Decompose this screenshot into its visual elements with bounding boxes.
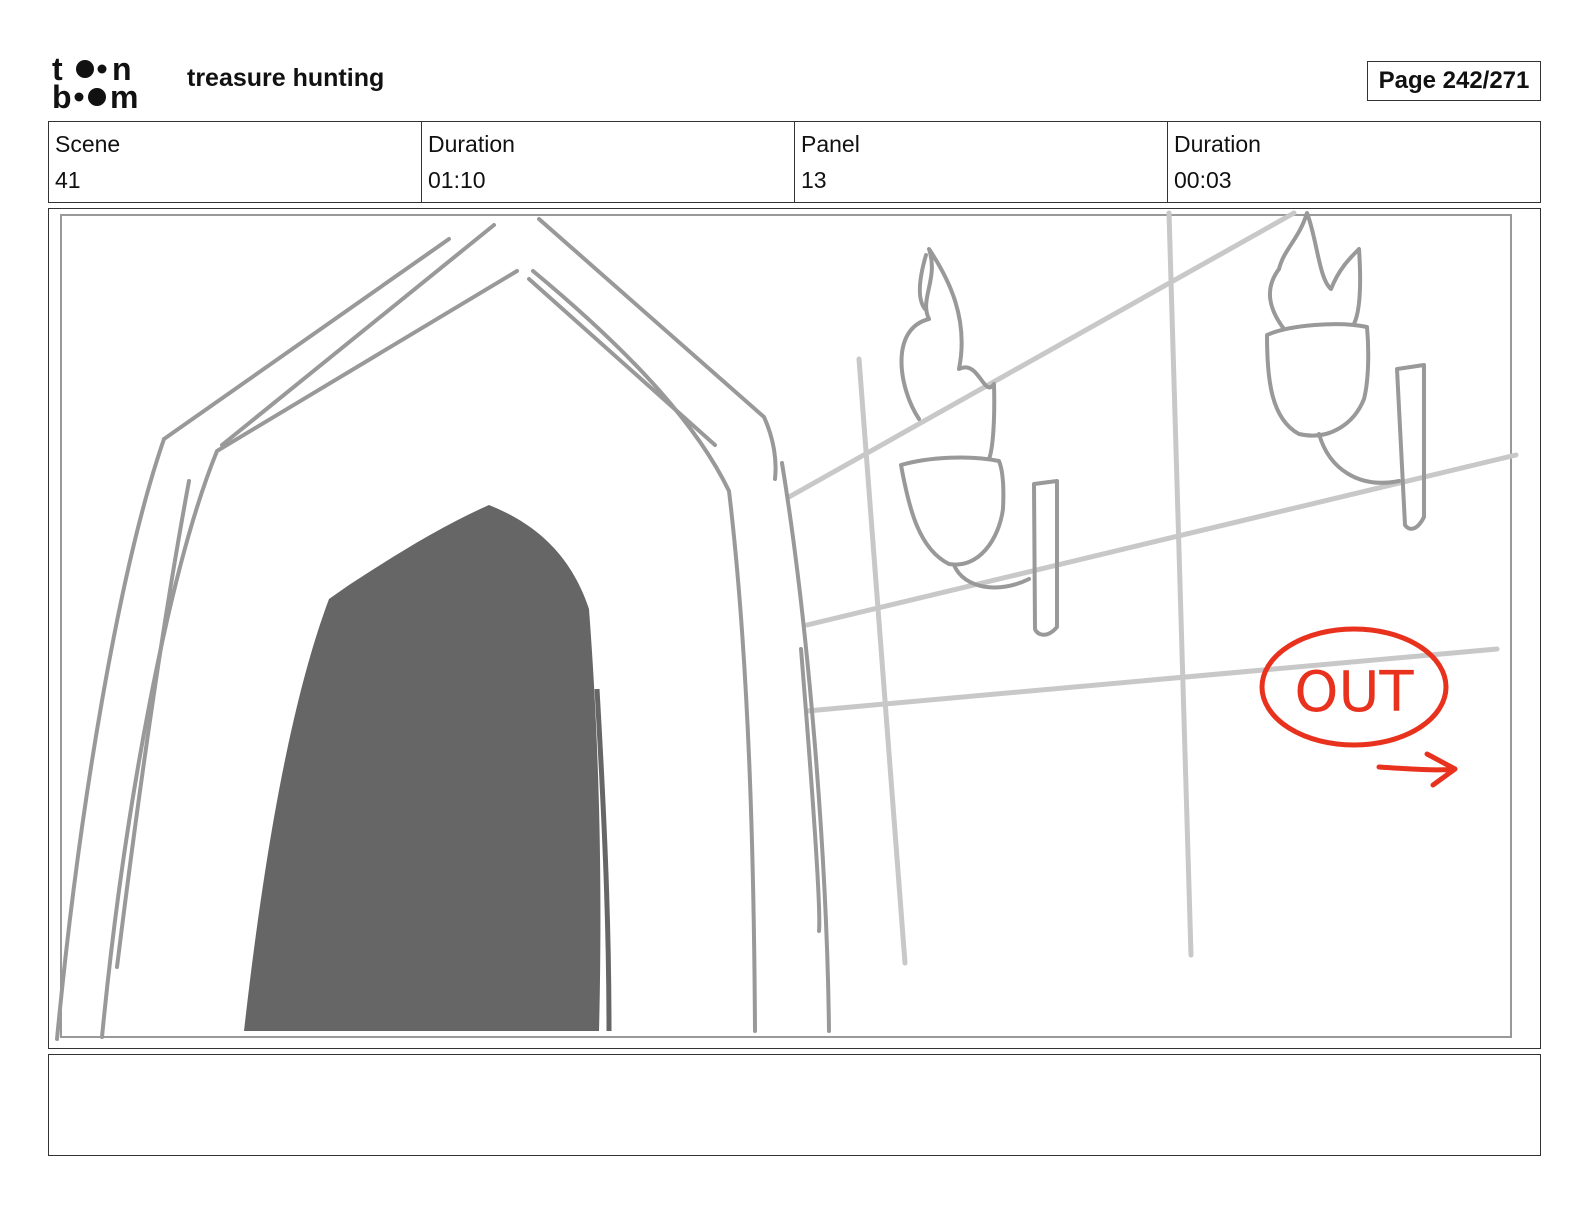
page-label: Page 242/271	[1378, 67, 1530, 94]
out-annotation: OUT	[1259, 626, 1458, 788]
panel-cell: Panel 13	[795, 122, 1168, 202]
wall-grid	[786, 210, 1519, 966]
scene-cell: Scene 41	[49, 122, 422, 202]
scene-info-table: Scene 41 Duration 01:10 Panel 13 Duratio…	[48, 121, 1541, 203]
panel-duration-value: 00:03	[1174, 167, 1232, 193]
doorway-shadow	[244, 505, 601, 1031]
panel-sketch: OUT	[55, 210, 1519, 1041]
panel-duration-cell: Duration 00:03	[1168, 122, 1540, 202]
out-arrow-icon	[1376, 751, 1458, 788]
svg-text:b: b	[52, 79, 72, 112]
toon-boom-logo: t n b m	[52, 52, 138, 112]
panel-value: 13	[801, 167, 827, 193]
scene-label: Scene	[55, 131, 121, 157]
scene-value: 41	[55, 167, 81, 193]
storyboard-panel: OUT	[48, 208, 1541, 1049]
torch-right	[1265, 211, 1426, 531]
out-label: OUT	[1294, 660, 1414, 725]
project-title: treasure hunting	[187, 64, 385, 92]
page-indicator: Page 242/271	[1367, 61, 1541, 101]
panel-label: Panel	[801, 131, 860, 157]
svg-text:m: m	[110, 79, 138, 112]
scene-duration-cell: Duration 01:10	[422, 122, 795, 202]
panel-notes	[48, 1054, 1541, 1156]
panel-duration-label: Duration	[1174, 131, 1261, 157]
torch-left	[899, 247, 1059, 637]
scene-duration-value: 01:10	[428, 167, 486, 193]
scene-duration-label: Duration	[428, 131, 515, 157]
